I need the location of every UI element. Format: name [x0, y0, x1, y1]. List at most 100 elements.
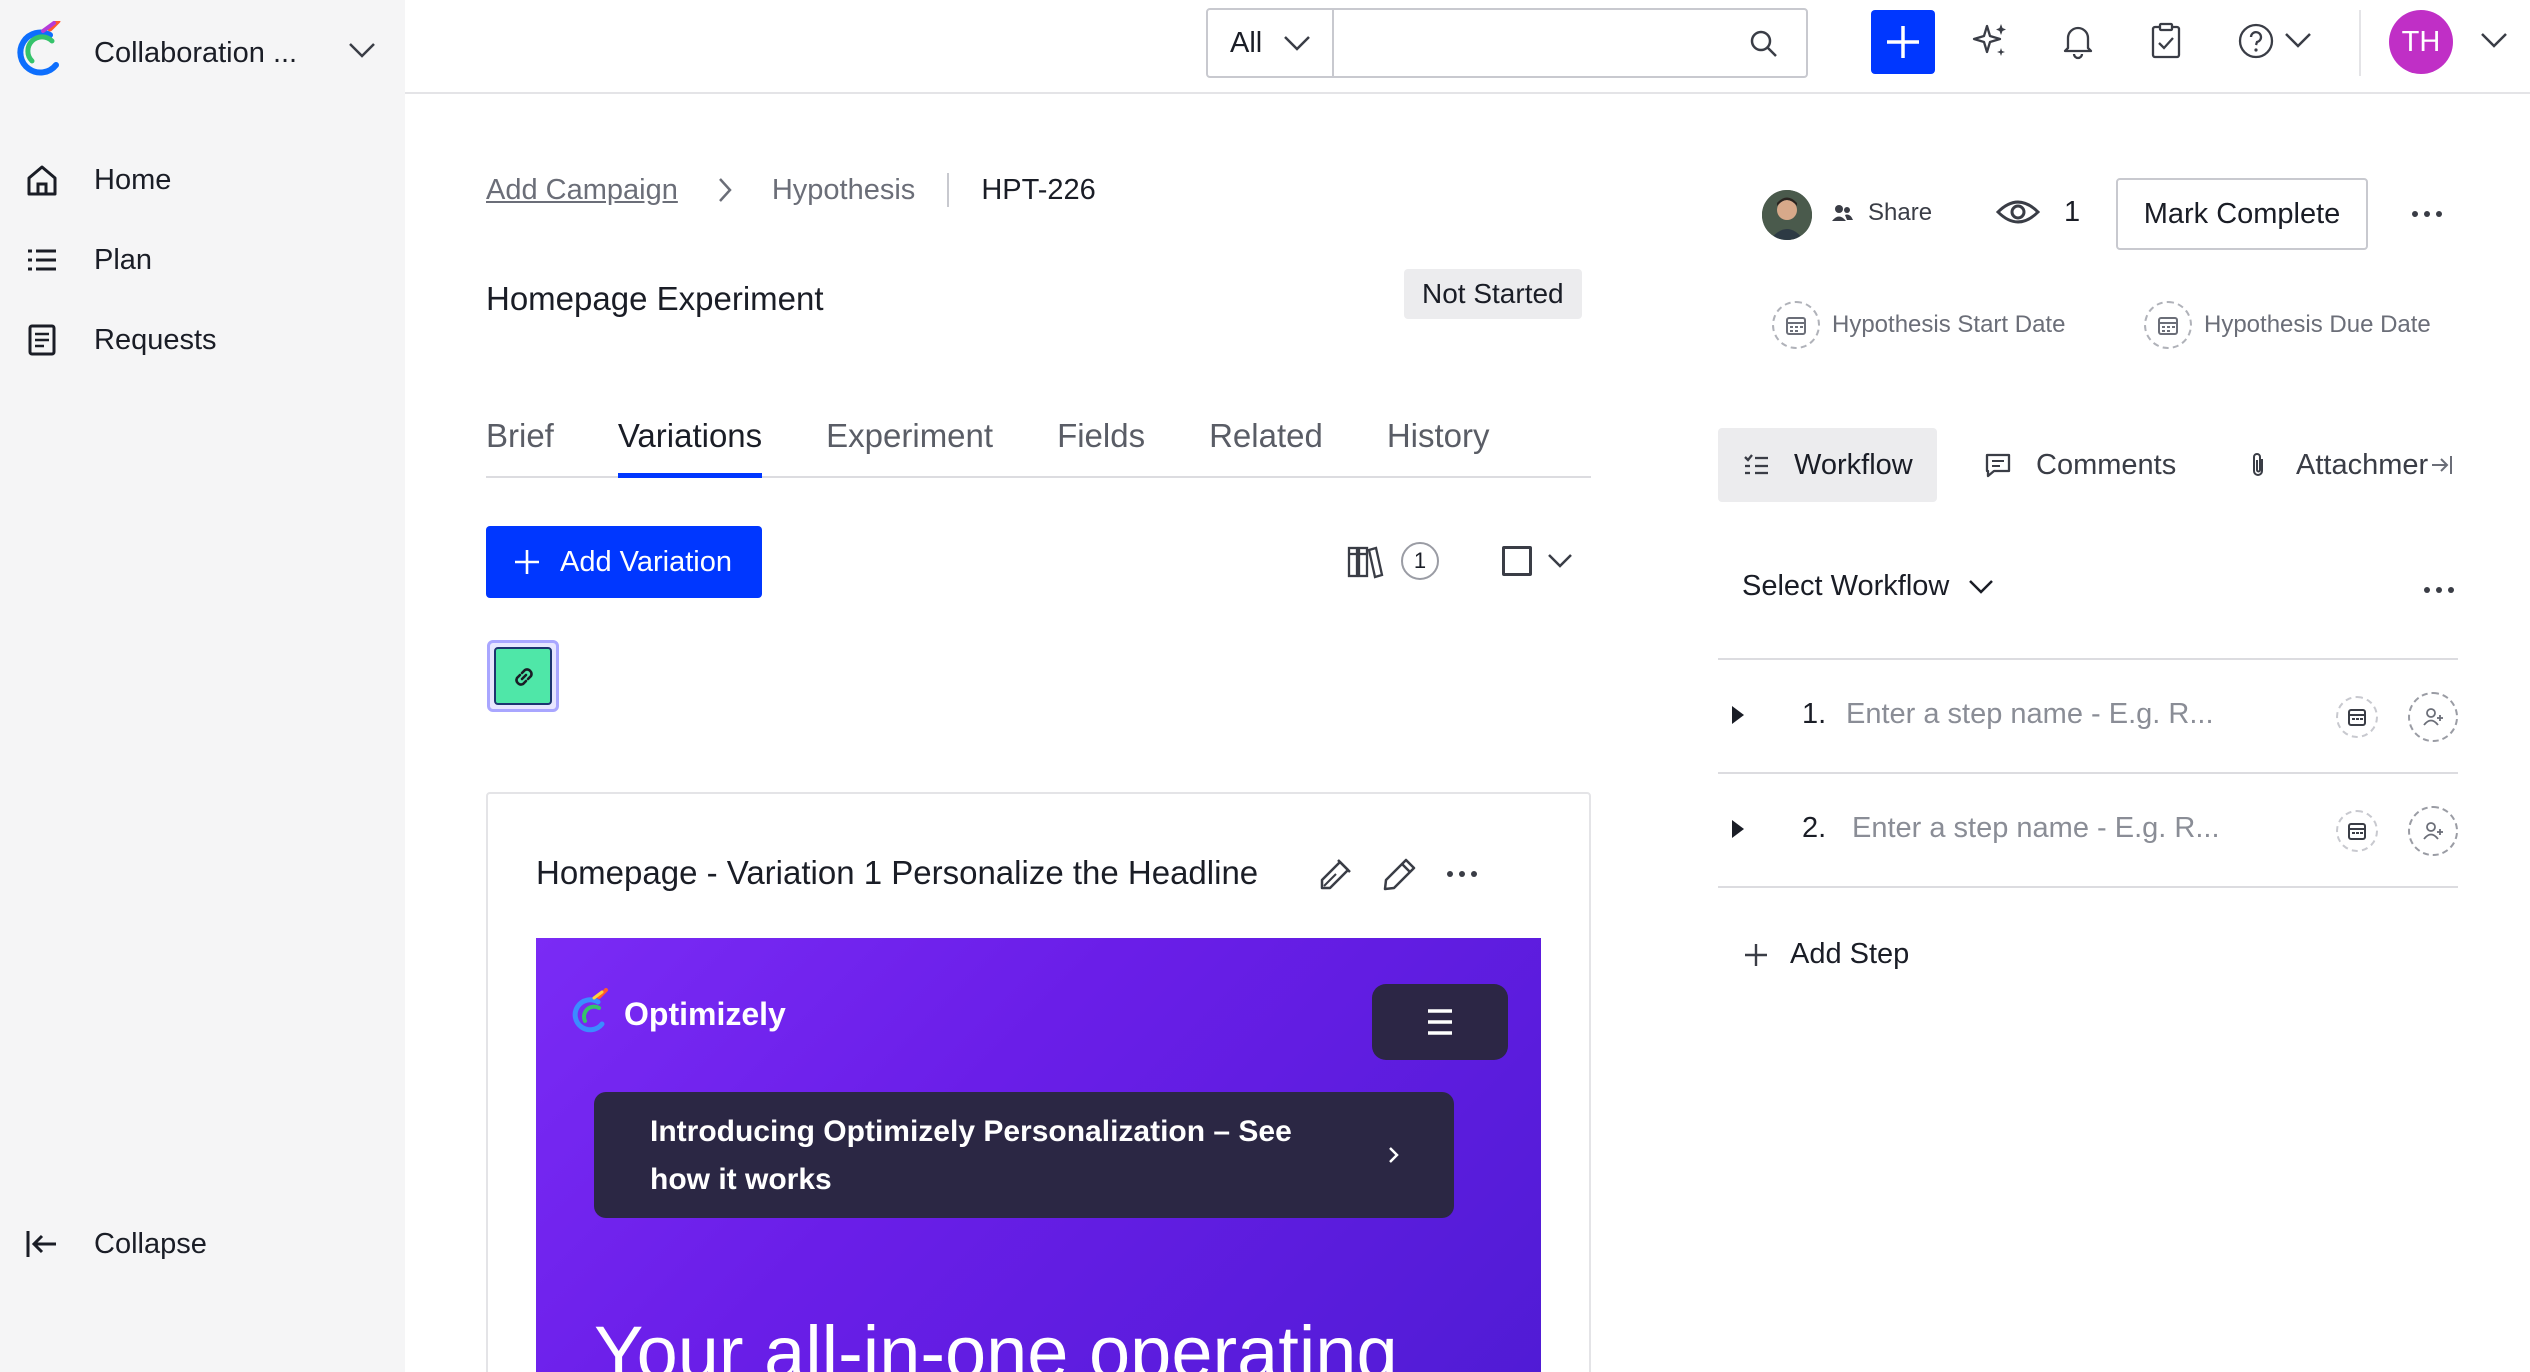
sidebar-item-label: Plan [94, 243, 153, 276]
optimizely-logo-icon [17, 21, 61, 76]
select-workflow-label: Select Workflow [1742, 570, 1950, 602]
tab-label: Workflow [1794, 448, 1913, 481]
add-step-label: Add Step [1790, 938, 1910, 970]
more-options-icon[interactable] [1442, 854, 1482, 894]
document-icon [28, 324, 56, 356]
collapse-icon [26, 1231, 56, 1257]
variation-preview-image: Optimizely Introducing Optimizely Person… [536, 938, 1541, 1372]
link-button[interactable] [487, 640, 559, 712]
users-icon [1832, 205, 1853, 221]
collapse-label: Collapse [94, 1227, 207, 1260]
search-input[interactable] [1334, 10, 1734, 72]
create-button[interactable] [1871, 10, 1935, 74]
plus-icon [1887, 26, 1919, 58]
tab-history[interactable]: History [1387, 396, 1490, 476]
tab-experiment[interactable]: Experiment [826, 396, 993, 476]
chevron-down-icon[interactable] [1546, 552, 1574, 570]
chevron-down-icon [1284, 36, 1311, 51]
select-workflow-dropdown[interactable]: Select Workflow [1742, 570, 1995, 603]
step-assignee-button[interactable] [2408, 806, 2458, 856]
bell-icon[interactable] [2057, 20, 2099, 62]
owner-avatar[interactable] [1762, 190, 1812, 240]
select-all-checkbox[interactable] [1502, 546, 1532, 576]
due-date-picker[interactable]: Hypothesis Due Date [2144, 300, 2431, 350]
tab-attachments[interactable]: Attachmer [2244, 428, 2454, 502]
preview-banner-text: Introducing Optimizely Personalization –… [650, 1115, 1292, 1196]
mark-complete-button[interactable]: Mark Complete [2116, 178, 2368, 250]
library-icon[interactable] [1346, 542, 1384, 580]
help-icon[interactable] [2235, 20, 2277, 62]
clipboard-check-icon[interactable] [2145, 20, 2187, 62]
search-box [1332, 8, 1808, 78]
expand-triangle-icon[interactable] [1730, 704, 1746, 726]
share-button[interactable]: Share [1830, 198, 1932, 228]
edit-pencil-icon[interactable] [1380, 854, 1420, 894]
search-scope-label: All [1230, 26, 1263, 59]
chevron-right-icon [718, 178, 732, 202]
breadcrumb: Add Campaign Hypothesis HPT-226 [486, 168, 1096, 212]
tab-workflow[interactable]: Workflow [1718, 428, 1937, 502]
expand-triangle-icon[interactable] [1730, 818, 1746, 840]
workflow-divider [1718, 886, 2458, 888]
workspace-switcher[interactable]: Collaboration ... [10, 18, 395, 88]
tab-comments[interactable]: Comments [1984, 428, 2176, 502]
variation-title: Homepage - Variation 1 Personalize the H… [536, 854, 1259, 891]
calendar-icon [2144, 301, 2192, 349]
start-date-picker[interactable]: Hypothesis Start Date [1772, 300, 2065, 350]
step-date-button[interactable] [2336, 810, 2378, 852]
expand-panel-icon[interactable] [2430, 453, 2454, 477]
more-options-icon[interactable] [2420, 576, 2458, 604]
preview-menu-button [1372, 984, 1508, 1060]
due-date-label: Hypothesis Due Date [2204, 311, 2431, 338]
plus-icon [1745, 943, 1767, 966]
add-step-button[interactable]: Add Step [1742, 938, 1909, 971]
eyedropper-icon[interactable] [1316, 854, 1356, 894]
step-name-input[interactable]: Enter a step name - E.g. R... [1846, 698, 2214, 731]
workflow-step-row: 1. Enter a step name - E.g. R... [1718, 658, 2458, 772]
sidebar-item-home[interactable]: Home [0, 140, 405, 220]
chevron-down-icon[interactable] [2283, 30, 2313, 50]
collapse-button[interactable]: Collapse [24, 1204, 207, 1284]
variation-card[interactable]: Homepage - Variation 1 Personalize the H… [486, 792, 1591, 1372]
chevron-down-icon [1969, 579, 1994, 594]
tab-brief[interactable]: Brief [486, 396, 554, 476]
tab-related[interactable]: Related [1209, 396, 1323, 476]
topbar-divider [2359, 10, 2361, 76]
chevron-down-icon[interactable] [2479, 30, 2509, 50]
add-variation-button[interactable]: Add Variation [486, 526, 762, 598]
eye-icon[interactable] [1996, 194, 2040, 230]
optimizely-logo-icon [572, 988, 608, 1033]
sidebar-item-plan[interactable]: Plan [0, 220, 405, 300]
step-assignee-button[interactable] [2408, 692, 2458, 742]
page-title[interactable]: Homepage Experiment [486, 280, 824, 318]
step-name-input[interactable]: Enter a step name - E.g. R... [1852, 812, 2220, 845]
ai-sparkle-icon[interactable] [1969, 20, 2011, 62]
share-label: Share [1868, 199, 1933, 226]
sidebar-item-requests[interactable]: Requests [0, 300, 405, 380]
person-photo-icon [1762, 190, 1812, 240]
breadcrumb-link-campaign[interactable]: Add Campaign [486, 174, 678, 207]
avatar-initials: TH [2401, 25, 2441, 58]
user-avatar[interactable]: TH [2389, 10, 2453, 74]
preview-brand-name: Optimizely [624, 995, 786, 1032]
tab-fields[interactable]: Fields [1057, 396, 1145, 476]
search-icon[interactable] [1748, 28, 1780, 60]
breadcrumb-id: HPT-226 [981, 173, 1096, 206]
tab-variations[interactable]: Variations [617, 396, 763, 478]
breadcrumb-type: Hypothesis [771, 173, 916, 206]
workspace-name: Collaboration ... [94, 36, 298, 69]
tab-label: Comments [2036, 448, 2177, 481]
start-date-label: Hypothesis Start Date [1832, 311, 2066, 338]
chevron-down-icon[interactable] [347, 40, 377, 60]
detail-tabs: Brief Variations Experiment Fields Relat… [486, 396, 1591, 478]
more-options-icon[interactable] [2408, 200, 2446, 228]
add-variation-label: Add Variation [560, 545, 732, 578]
search-scope-dropdown[interactable]: All [1206, 8, 1334, 78]
status-badge[interactable]: Not Started [1404, 269, 1582, 319]
calendar-icon [2348, 823, 2366, 840]
side-panel-tabs: Workflow Comments Attachmer [1718, 428, 2462, 502]
workflow-icon [1744, 454, 1768, 475]
watcher-count: 1 [2064, 196, 2081, 228]
step-date-button[interactable] [2336, 696, 2378, 738]
preview-hero-heading: Your all-in-one operating [594, 1311, 1398, 1372]
